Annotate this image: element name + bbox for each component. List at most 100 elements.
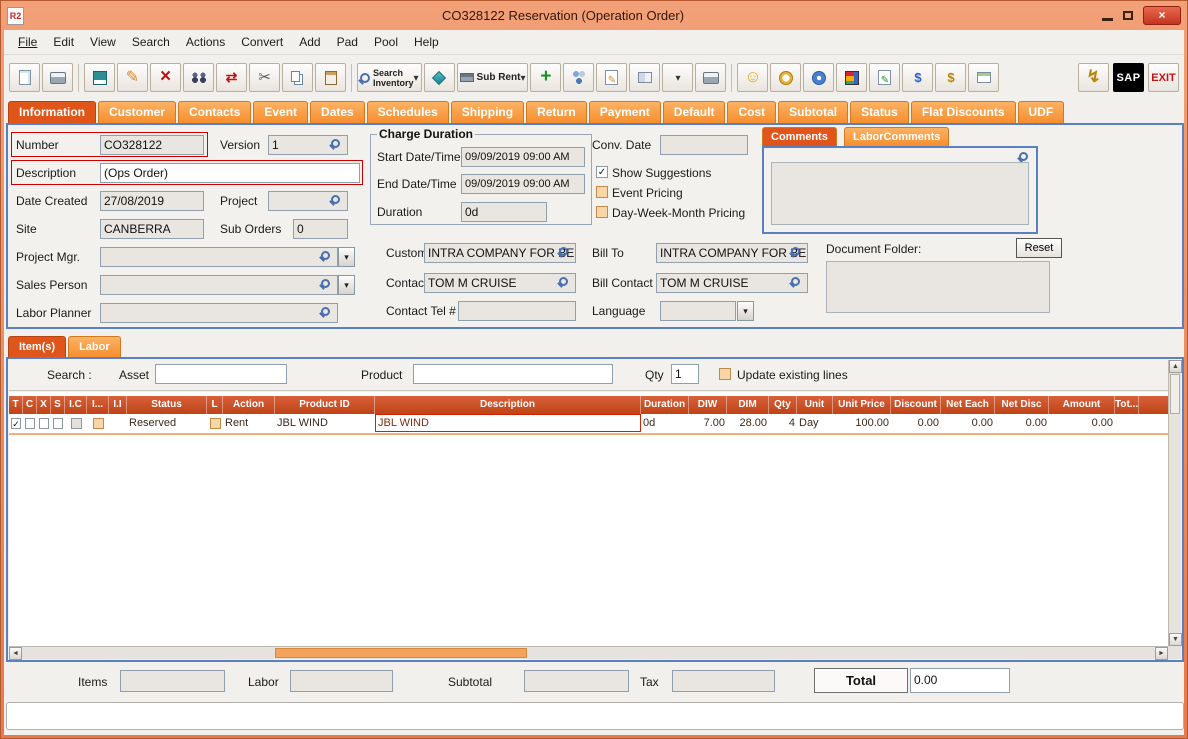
column-header-diw[interactable]: DIW: [689, 396, 727, 414]
media-button[interactable]: [803, 63, 834, 92]
menu-pad[interactable]: Pad: [329, 30, 366, 54]
print-button[interactable]: [42, 63, 73, 92]
row-checkbox-x[interactable]: [39, 418, 49, 429]
assembly-button[interactable]: [836, 63, 867, 92]
labor-planner-field[interactable]: [100, 303, 338, 323]
new-document-button[interactable]: [9, 63, 40, 92]
sub-rent-button[interactable]: Sub Rent: [457, 63, 529, 92]
tab-default[interactable]: Default: [663, 101, 726, 123]
tab-items[interactable]: Item(s): [8, 336, 66, 357]
row-checkbox-t[interactable]: ✓: [11, 418, 21, 429]
sub-orders-field[interactable]: 0: [293, 219, 348, 239]
project-mgr-field[interactable]: [100, 247, 338, 267]
product-input[interactable]: [413, 364, 613, 384]
column-header-unit[interactable]: Unit: [797, 396, 833, 414]
language-dropdown[interactable]: [737, 301, 754, 321]
find-button[interactable]: [183, 63, 214, 92]
tab-flat-discounts[interactable]: Flat Discounts: [911, 101, 1016, 123]
tab-event[interactable]: Event: [253, 101, 308, 123]
add-button[interactable]: [530, 63, 561, 92]
column-header-ic[interactable]: I.C: [65, 396, 87, 414]
minimize-icon[interactable]: [1102, 18, 1113, 21]
menu-pool[interactable]: Pool: [366, 30, 406, 54]
sap-button[interactable]: SAP: [1113, 63, 1144, 92]
column-header-qty[interactable]: Qty: [769, 396, 797, 414]
row-checkbox-l[interactable]: [210, 418, 221, 429]
start-datetime-field[interactable]: 09/09/2019 09:00 AM: [461, 147, 585, 167]
tab-labor-comments[interactable]: LaborComments: [844, 127, 949, 146]
column-header-x[interactable]: X: [37, 396, 51, 414]
row-checkbox-ic[interactable]: [71, 418, 82, 429]
search-inventory-button[interactable]: Search Inventory: [357, 63, 422, 92]
version-search-icon[interactable]: [331, 139, 340, 148]
column-header-dim[interactable]: DIM: [727, 396, 769, 414]
column-header-discount[interactable]: Discount: [891, 396, 941, 414]
tab-udf[interactable]: UDF: [1018, 101, 1065, 123]
inventory-cube-button[interactable]: [424, 63, 455, 92]
column-header-net-disc[interactable]: Net Disc: [995, 396, 1049, 414]
save-button[interactable]: [84, 63, 115, 92]
show-suggestions-checkbox[interactable]: ✓: [596, 166, 608, 178]
column-header-tot[interactable]: Tot...: [1115, 396, 1139, 414]
contact-field[interactable]: TOM M CRUISE: [424, 273, 576, 293]
delete-button[interactable]: [150, 63, 181, 92]
menu-add[interactable]: Add: [291, 30, 328, 54]
vertical-scroll-thumb[interactable]: [1170, 374, 1180, 414]
tab-schedules[interactable]: Schedules: [367, 101, 449, 123]
tab-dates[interactable]: Dates: [310, 101, 365, 123]
schedule-button[interactable]: [770, 63, 801, 92]
tab-comments[interactable]: Comments: [762, 127, 837, 146]
edit-button[interactable]: [117, 63, 148, 92]
update-lines-checkbox[interactable]: [719, 368, 731, 380]
day-week-month-checkbox[interactable]: [596, 206, 608, 218]
column-header-amount[interactable]: Amount: [1049, 396, 1115, 414]
horizontal-scroll-thumb[interactable]: [275, 648, 527, 658]
labor-planner-search-icon[interactable]: [321, 307, 330, 316]
duration-field[interactable]: 0d: [461, 202, 547, 222]
crew-button[interactable]: [737, 63, 768, 92]
scroll-up-icon[interactable]: [1169, 360, 1182, 373]
tab-status[interactable]: Status: [850, 101, 909, 123]
bill-to-search-icon[interactable]: [791, 247, 800, 256]
pool-button[interactable]: [563, 63, 594, 92]
column-header-product-id[interactable]: Product ID: [275, 396, 375, 414]
maximize-icon[interactable]: [1123, 11, 1133, 20]
scroll-down-icon[interactable]: [1169, 633, 1182, 646]
row-checkbox-c[interactable]: [25, 418, 35, 429]
exit-button[interactable]: EXIT: [1148, 63, 1179, 92]
write-note-button[interactable]: [869, 63, 900, 92]
column-header-t[interactable]: T: [9, 396, 23, 414]
bill-contact-field[interactable]: TOM M CRUISE: [656, 273, 808, 293]
cards-button[interactable]: [629, 63, 660, 92]
event-pricing-checkbox[interactable]: [596, 186, 608, 198]
menu-convert[interactable]: Convert: [233, 30, 291, 54]
billing-button[interactable]: [935, 63, 966, 92]
convert-button[interactable]: [216, 63, 247, 92]
comments-search-icon[interactable]: [1019, 152, 1028, 161]
sales-person-search-icon[interactable]: [321, 279, 330, 288]
network-print-button[interactable]: [695, 63, 726, 92]
column-header-s[interactable]: S: [51, 396, 65, 414]
more-options-button[interactable]: [662, 63, 693, 92]
language-field[interactable]: [660, 301, 736, 321]
sales-person-dropdown[interactable]: [338, 275, 355, 295]
project-mgr-search-icon[interactable]: [321, 251, 330, 260]
row-checkbox-i2[interactable]: [93, 418, 104, 429]
number-field[interactable]: CO328122: [100, 135, 204, 155]
bill-to-field[interactable]: INTRA COMPANY FOR BEN: [656, 243, 808, 263]
row-checkbox-s[interactable]: [53, 418, 63, 429]
customer-search-icon[interactable]: [559, 247, 568, 256]
menu-actions[interactable]: Actions: [178, 30, 233, 54]
rate-cards-button[interactable]: [968, 63, 999, 92]
column-header-l[interactable]: L: [207, 396, 223, 414]
site-field[interactable]: CANBERRA: [100, 219, 204, 239]
column-header-net-each[interactable]: Net Each: [941, 396, 995, 414]
column-header-c[interactable]: C: [23, 396, 37, 414]
close-icon[interactable]: [1143, 6, 1181, 25]
contact-tel-field[interactable]: [458, 301, 576, 321]
column-header-action[interactable]: Action: [223, 396, 275, 414]
comments-field[interactable]: [771, 162, 1029, 225]
tab-subtotal[interactable]: Subtotal: [778, 101, 848, 123]
column-header-status[interactable]: Status: [127, 396, 207, 414]
tab-contacts[interactable]: Contacts: [178, 101, 251, 123]
